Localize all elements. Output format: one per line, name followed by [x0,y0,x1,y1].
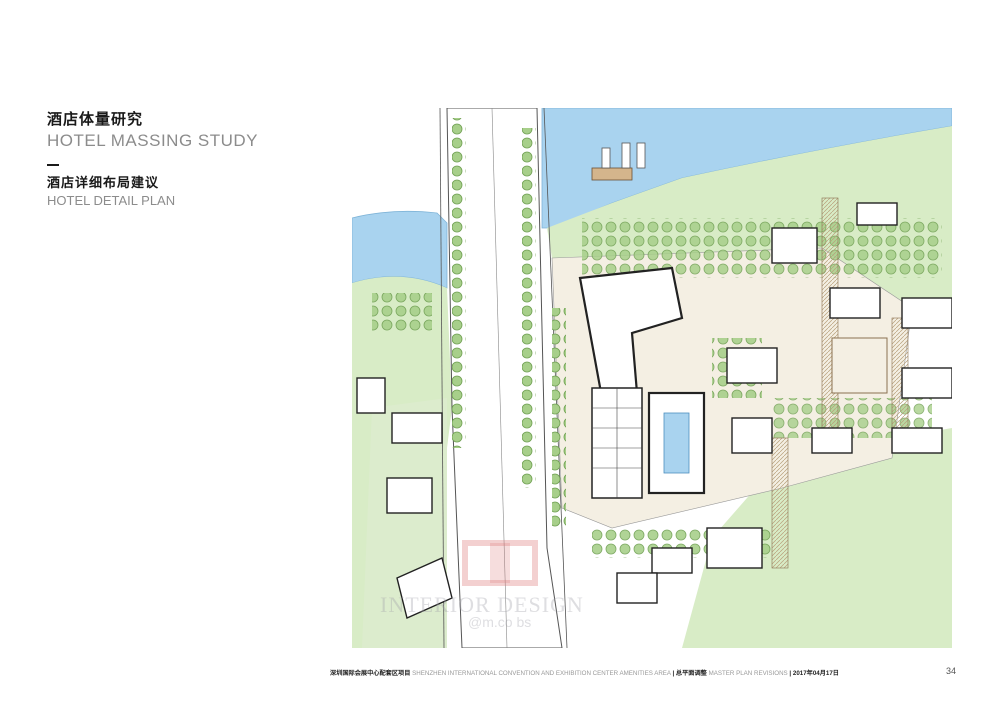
page-subtitle-en: HOTEL DETAIL PLAN [47,193,176,208]
footer-section-en: MASTER PLAN REVISIONS [708,670,788,677]
footer: 深圳国际会展中心配套区项目 SHENZHEN INTERNATIONAL CON… [330,670,839,677]
page-title-en: HOTEL MASSING STUDY [47,131,259,150]
footer-project-en: SHENZHEN INTERNATIONAL CONVENTION AND EX… [412,670,671,677]
page-subtitle-zh: 酒店详细布局建议 [47,176,160,191]
title-block: 酒店体量研究 HOTEL MASSING STUDY 酒店详细布局建议 HOTE… [47,108,258,208]
river-left [352,210,448,289]
title-divider [47,164,59,166]
site-plan-sketch [352,108,952,648]
footer-section-zh: 总平面调整 [675,670,707,677]
watermark-logo [462,540,538,586]
footer-project-zh: 深圳国际会展中心配套区项目 [330,670,411,677]
hotel-pool [663,412,690,474]
page-number: 34 [945,666,956,676]
watermark-subtext: @m.co bs [468,614,532,630]
page-title-zh: 酒店体量研究 [47,110,144,128]
footer-date: 2017年04月17日 [792,670,839,677]
